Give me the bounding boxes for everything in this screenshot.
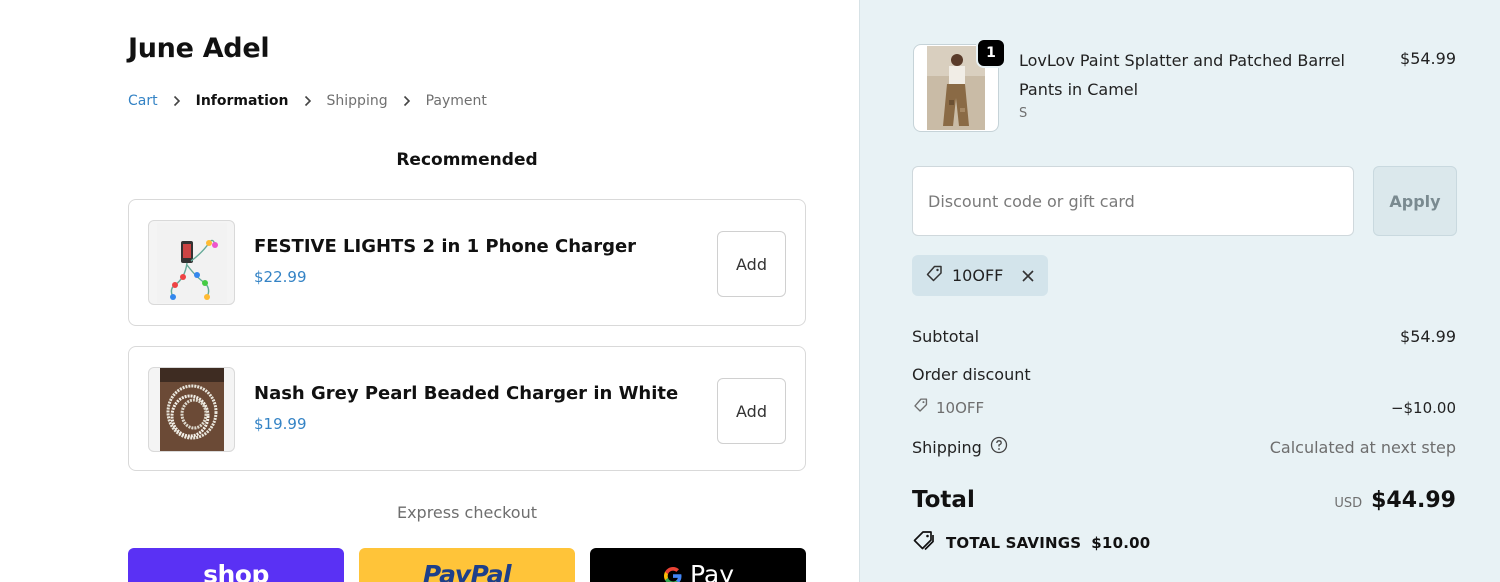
breadcrumb-cart[interactable]: Cart [128,93,158,109]
recommended-item-name: FESTIVE LIGHTS 2 in 1 Phone Charger [254,236,637,257]
tag-icon [924,264,944,288]
help-circle-icon[interactable] [990,436,1008,458]
store-name[interactable]: June Adel [128,33,270,64]
subtotal-label: Subtotal [912,327,980,346]
shipping-label-group: Shipping [912,436,1008,458]
total-amount: USD $44.99 [1334,488,1456,513]
product-thumbnail [148,367,235,452]
add-button[interactable]: Add [717,378,786,444]
express-checkout-label: Express checkout [396,503,538,522]
recommended-item: Nash Grey Pearl Beaded Charger in White … [128,346,806,471]
order-discount-label: Order discount [912,365,1031,384]
cart-item-name: LovLov Paint Splatter and Patched Barrel… [1019,51,1345,99]
chevron-right-icon [388,93,426,109]
recommended-item-price: $22.99 [254,268,307,286]
chevron-right-icon [289,93,327,109]
close-icon[interactable] [1021,269,1035,283]
order-discount-value: −$10.00 [1390,398,1456,417]
total-savings-value: $10.00 [1091,534,1151,552]
savings-tag-icon [912,530,936,556]
order-discount-code-text: 10OFF [936,398,985,417]
recommended-item-price: $19.99 [254,415,307,433]
subtotal-row: Subtotal $54.99 [912,327,1456,346]
total-savings: TOTAL SAVINGS $10.00 [912,530,1150,556]
recommended-item: FESTIVE LIGHTS 2 in 1 Phone Charger $22.… [128,199,806,326]
applied-discount-code: 10OFF [952,266,1004,285]
quantity-badge: 1 [976,38,1006,68]
shop-pay-button[interactable]: shop [128,548,344,582]
checkout-main: June Adel Cart Information Shipping Paym… [0,0,859,582]
apply-discount-button[interactable]: Apply [1373,166,1457,236]
cart-item-price: $54.99 [1400,49,1456,68]
product-thumbnail [148,220,235,305]
breadcrumb-shipping: Shipping [326,93,388,109]
total-currency: USD [1334,496,1363,511]
cart-item-variant: S [1019,106,1028,121]
recommended-item-name: Nash Grey Pearl Beaded Charger in White [254,383,679,404]
total-savings-label: TOTAL SAVINGS [946,534,1082,552]
paypal-button[interactable]: PayPal [359,548,575,582]
order-summary: 1 LovLov Paint Splatter and Patched Barr… [859,0,1500,582]
google-pay-button[interactable]: Pay [590,548,806,582]
shipping-value: Calculated at next step [1269,437,1456,457]
total-row: Total USD $44.99 [912,487,1456,513]
google-g-icon [662,565,684,582]
recommended-heading: Recommended [396,150,538,170]
discount-code-input[interactable] [912,166,1354,236]
breadcrumb-payment: Payment [425,93,487,109]
order-discount-row: Order discount [912,365,1456,384]
order-discount-code: 10OFF [912,397,984,418]
total-label: Total [912,487,975,513]
breadcrumb: Cart Information Shipping Payment [128,93,487,109]
add-button[interactable]: Add [717,231,786,297]
paypal-label: PayPal [422,560,512,582]
total-value: $44.99 [1371,488,1456,513]
shipping-row: Shipping Calculated at next step [912,436,1456,458]
chevron-right-icon [158,93,196,109]
google-pay-label: Pay [689,560,735,582]
breadcrumb-information: Information [195,93,289,109]
shop-pay-label: shop [203,560,269,582]
tag-icon [912,397,929,418]
shipping-label: Shipping [912,437,982,457]
order-discount-detail-row: 10OFF −$10.00 [912,397,1456,418]
subtotal-value: $54.99 [1400,327,1456,346]
applied-discount-chip: 10OFF [912,255,1048,296]
